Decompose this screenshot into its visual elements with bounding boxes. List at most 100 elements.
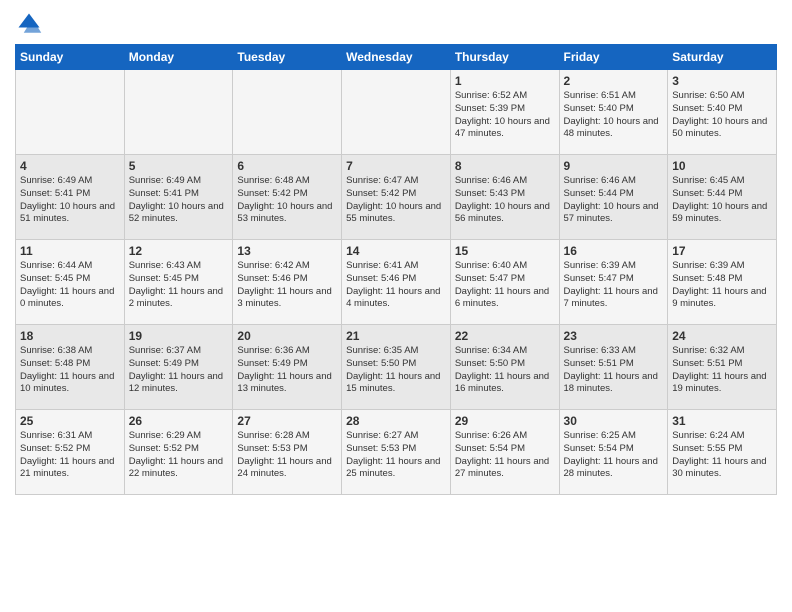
- day-number: 13: [237, 244, 337, 258]
- cell-content: Sunrise: 6:37 AM Sunset: 5:49 PM Dayligh…: [129, 345, 229, 396]
- day-number: 20: [237, 329, 337, 343]
- header-cell-sunday: Sunday: [16, 45, 125, 70]
- cell-content: Sunrise: 6:46 AM Sunset: 5:43 PM Dayligh…: [455, 175, 555, 226]
- calendar-cell: 27 Sunrise: 6:28 AM Sunset: 5:53 PM Dayli…: [233, 410, 342, 495]
- day-number: 5: [129, 159, 229, 173]
- cell-content: Sunrise: 6:46 AM Sunset: 5:44 PM Dayligh…: [564, 175, 664, 226]
- day-number: 27: [237, 414, 337, 428]
- header-row: SundayMondayTuesdayWednesdayThursdayFrid…: [16, 45, 777, 70]
- calendar-cell: 6 Sunrise: 6:48 AM Sunset: 5:42 PM Daylig…: [233, 155, 342, 240]
- calendar-header: SundayMondayTuesdayWednesdayThursdayFrid…: [16, 45, 777, 70]
- calendar-cell: 13 Sunrise: 6:42 AM Sunset: 5:46 PM Dayli…: [233, 240, 342, 325]
- cell-content: Sunrise: 6:40 AM Sunset: 5:47 PM Dayligh…: [455, 260, 555, 311]
- day-number: 28: [346, 414, 446, 428]
- cell-content: Sunrise: 6:51 AM Sunset: 5:40 PM Dayligh…: [564, 90, 664, 141]
- day-number: 3: [672, 74, 772, 88]
- calendar-cell: 18 Sunrise: 6:38 AM Sunset: 5:48 PM Dayli…: [16, 325, 125, 410]
- day-number: 18: [20, 329, 120, 343]
- day-number: 8: [455, 159, 555, 173]
- calendar-cell: 15 Sunrise: 6:40 AM Sunset: 5:47 PM Dayli…: [450, 240, 559, 325]
- day-number: 29: [455, 414, 555, 428]
- cell-content: Sunrise: 6:48 AM Sunset: 5:42 PM Dayligh…: [237, 175, 337, 226]
- calendar-cell: 10Sunrise: 6:45 AM Sunset: 5:44 PM Dayli…: [668, 155, 777, 240]
- day-number: 22: [455, 329, 555, 343]
- calendar-cell: 17 Sunrise: 6:39 AM Sunset: 5:48 PM Dayli…: [668, 240, 777, 325]
- cell-content: Sunrise: 6:39 AM Sunset: 5:47 PM Dayligh…: [564, 260, 664, 311]
- day-number: 25: [20, 414, 120, 428]
- day-number: 15: [455, 244, 555, 258]
- calendar-cell: 16 Sunrise: 6:39 AM Sunset: 5:47 PM Dayli…: [559, 240, 668, 325]
- cell-content: Sunrise: 6:36 AM Sunset: 5:49 PM Dayligh…: [237, 345, 337, 396]
- day-number: 19: [129, 329, 229, 343]
- cell-content: Sunrise: 6:50 AM Sunset: 5:40 PM Dayligh…: [672, 90, 772, 141]
- cell-content: Sunrise: 6:39 AM Sunset: 5:48 PM Dayligh…: [672, 260, 772, 311]
- calendar-body: 1 Sunrise: 6:52 AM Sunset: 5:39 PM Daylig…: [16, 70, 777, 495]
- day-number: 23: [564, 329, 664, 343]
- calendar-cell: 4Sunrise: 6:49 AM Sunset: 5:41 PM Daylig…: [16, 155, 125, 240]
- week-row-3: 11 Sunrise: 6:44 AM Sunset: 5:45 PM Dayli…: [16, 240, 777, 325]
- logo-icon: [15, 10, 43, 38]
- calendar-cell: 24 Sunrise: 6:32 AM Sunset: 5:51 PM Dayli…: [668, 325, 777, 410]
- calendar-cell: [16, 70, 125, 155]
- day-number: 12: [129, 244, 229, 258]
- cell-content: Sunrise: 6:27 AM Sunset: 5:53 PM Dayligh…: [346, 430, 446, 481]
- day-number: 7: [346, 159, 446, 173]
- day-number: 24: [672, 329, 772, 343]
- calendar-cell: 2 Sunrise: 6:51 AM Sunset: 5:40 PM Daylig…: [559, 70, 668, 155]
- day-number: 14: [346, 244, 446, 258]
- day-number: 11: [20, 244, 120, 258]
- calendar-cell: 21 Sunrise: 6:35 AM Sunset: 5:50 PM Dayli…: [342, 325, 451, 410]
- day-number: 21: [346, 329, 446, 343]
- cell-content: Sunrise: 6:28 AM Sunset: 5:53 PM Dayligh…: [237, 430, 337, 481]
- cell-content: Sunrise: 6:24 AM Sunset: 5:55 PM Dayligh…: [672, 430, 772, 481]
- cell-content: Sunrise: 6:38 AM Sunset: 5:48 PM Dayligh…: [20, 345, 120, 396]
- week-row-4: 18 Sunrise: 6:38 AM Sunset: 5:48 PM Dayli…: [16, 325, 777, 410]
- calendar-cell: 20 Sunrise: 6:36 AM Sunset: 5:49 PM Dayli…: [233, 325, 342, 410]
- cell-content: Sunrise: 6:44 AM Sunset: 5:45 PM Dayligh…: [20, 260, 120, 311]
- calendar-cell: 11 Sunrise: 6:44 AM Sunset: 5:45 PM Dayli…: [16, 240, 125, 325]
- calendar-cell: 9 Sunrise: 6:46 AM Sunset: 5:44 PM Daylig…: [559, 155, 668, 240]
- header-cell-tuesday: Tuesday: [233, 45, 342, 70]
- cell-content: Sunrise: 6:34 AM Sunset: 5:50 PM Dayligh…: [455, 345, 555, 396]
- day-number: 31: [672, 414, 772, 428]
- calendar-cell: [233, 70, 342, 155]
- calendar-cell: [124, 70, 233, 155]
- calendar-cell: 23 Sunrise: 6:33 AM Sunset: 5:51 PM Dayli…: [559, 325, 668, 410]
- cell-content: Sunrise: 6:35 AM Sunset: 5:50 PM Dayligh…: [346, 345, 446, 396]
- calendar-cell: 31 Sunrise: 6:24 AM Sunset: 5:55 PM Dayli…: [668, 410, 777, 495]
- day-number: 4: [20, 159, 120, 173]
- calendar-cell: 12 Sunrise: 6:43 AM Sunset: 5:45 PM Dayli…: [124, 240, 233, 325]
- cell-content: Sunrise: 6:33 AM Sunset: 5:51 PM Dayligh…: [564, 345, 664, 396]
- cell-content: Sunrise: 6:31 AM Sunset: 5:52 PM Dayligh…: [20, 430, 120, 481]
- cell-content: Sunrise: 6:25 AM Sunset: 5:54 PM Dayligh…: [564, 430, 664, 481]
- week-row-5: 25 Sunrise: 6:31 AM Sunset: 5:52 PM Dayli…: [16, 410, 777, 495]
- cell-content: Sunrise: 6:32 AM Sunset: 5:51 PM Dayligh…: [672, 345, 772, 396]
- cell-content: Sunrise: 6:41 AM Sunset: 5:46 PM Dayligh…: [346, 260, 446, 311]
- day-number: 17: [672, 244, 772, 258]
- cell-content: Sunrise: 6:52 AM Sunset: 5:39 PM Dayligh…: [455, 90, 555, 141]
- header: [15, 10, 777, 38]
- calendar-cell: 28 Sunrise: 6:27 AM Sunset: 5:53 PM Dayli…: [342, 410, 451, 495]
- cell-content: Sunrise: 6:43 AM Sunset: 5:45 PM Dayligh…: [129, 260, 229, 311]
- cell-content: Sunrise: 6:42 AM Sunset: 5:46 PM Dayligh…: [237, 260, 337, 311]
- calendar-cell: 19 Sunrise: 6:37 AM Sunset: 5:49 PM Dayli…: [124, 325, 233, 410]
- day-number: 1: [455, 74, 555, 88]
- calendar-cell: 22 Sunrise: 6:34 AM Sunset: 5:50 PM Dayli…: [450, 325, 559, 410]
- header-cell-wednesday: Wednesday: [342, 45, 451, 70]
- cell-content: Sunrise: 6:29 AM Sunset: 5:52 PM Dayligh…: [129, 430, 229, 481]
- cell-content: Sunrise: 6:26 AM Sunset: 5:54 PM Dayligh…: [455, 430, 555, 481]
- day-number: 6: [237, 159, 337, 173]
- day-number: 26: [129, 414, 229, 428]
- calendar-table: SundayMondayTuesdayWednesdayThursdayFrid…: [15, 44, 777, 495]
- day-number: 16: [564, 244, 664, 258]
- day-number: 10: [672, 159, 772, 173]
- calendar-cell: 5 Sunrise: 6:49 AM Sunset: 5:41 PM Daylig…: [124, 155, 233, 240]
- cell-content: Sunrise: 6:49 AM Sunset: 5:41 PM Dayligh…: [129, 175, 229, 226]
- calendar-cell: 8 Sunrise: 6:46 AM Sunset: 5:43 PM Daylig…: [450, 155, 559, 240]
- day-number: 2: [564, 74, 664, 88]
- calendar-cell: 25 Sunrise: 6:31 AM Sunset: 5:52 PM Dayli…: [16, 410, 125, 495]
- cell-content: Sunrise: 6:47 AM Sunset: 5:42 PM Dayligh…: [346, 175, 446, 226]
- day-number: 9: [564, 159, 664, 173]
- calendar-cell: [342, 70, 451, 155]
- calendar-cell: 29 Sunrise: 6:26 AM Sunset: 5:54 PM Dayli…: [450, 410, 559, 495]
